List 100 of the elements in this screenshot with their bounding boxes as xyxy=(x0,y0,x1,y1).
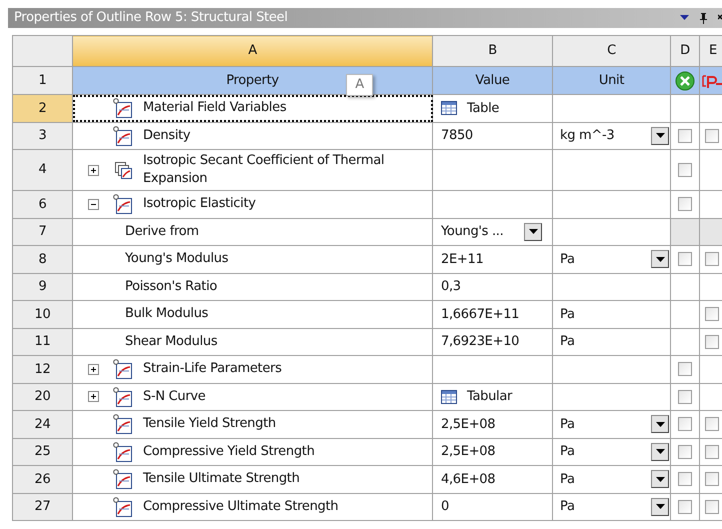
chart-icon xyxy=(113,442,133,462)
property-value: 4,6E+08 xyxy=(441,470,496,488)
unit-value: Pa xyxy=(560,333,576,351)
table-icon xyxy=(441,101,457,116)
caret-icon xyxy=(656,256,664,262)
unit-value: Pa xyxy=(560,443,576,461)
chart-icon xyxy=(113,359,133,380)
property-name: Shear Modulus xyxy=(125,332,218,351)
checkbox[interactable] xyxy=(705,417,719,432)
row-number: 2 xyxy=(12,94,72,122)
property-value: 1,6667E+11 xyxy=(441,306,520,324)
row-number: 1 xyxy=(12,66,72,94)
caret-icon xyxy=(656,422,664,427)
caret-icon xyxy=(528,229,538,234)
property-value: Tabular xyxy=(467,388,514,406)
row-number: 3 xyxy=(12,122,72,150)
chart-icon xyxy=(113,98,133,118)
dropdown-button[interactable] xyxy=(651,126,669,145)
checkbox[interactable] xyxy=(678,472,692,486)
unit-value: Pa xyxy=(560,306,576,324)
row-number: 11 xyxy=(12,328,72,356)
dropdown-button[interactable] xyxy=(651,415,669,434)
checkbox[interactable] xyxy=(678,252,692,266)
property-name: S-N Curve xyxy=(143,388,206,406)
checkbox[interactable] xyxy=(705,444,719,459)
property-name: Strain-Life Parameters xyxy=(143,360,282,378)
checkbox[interactable] xyxy=(705,252,719,266)
dropdown-button[interactable] xyxy=(651,442,669,461)
table-icon xyxy=(441,390,457,404)
row-number: 27 xyxy=(12,493,72,520)
unit-value: Pa xyxy=(560,416,576,434)
dropdown-icon[interactable] xyxy=(680,15,689,21)
suppress-icon xyxy=(675,70,695,90)
property-name: Material Field Variables xyxy=(143,99,286,118)
pin-icon[interactable] xyxy=(699,12,708,24)
row-number: 26 xyxy=(12,466,72,493)
property-name: Density xyxy=(143,126,190,145)
property-name: Tensile Ultimate Strength xyxy=(143,470,300,488)
checkbox[interactable] xyxy=(678,128,692,143)
checkbox[interactable] xyxy=(705,128,719,143)
chart-icon xyxy=(113,126,133,146)
column-header[interactable]: D xyxy=(670,36,700,66)
caret-icon xyxy=(656,476,664,482)
chart-icon xyxy=(113,469,133,490)
row-number: 10 xyxy=(12,300,72,328)
checkbox[interactable] xyxy=(678,390,692,404)
checkbox[interactable] xyxy=(678,500,692,514)
checkbox[interactable] xyxy=(678,362,692,376)
chart-icon xyxy=(113,496,133,517)
property-value: 2E+11 xyxy=(441,250,484,268)
checkbox[interactable] xyxy=(705,334,719,349)
column-header[interactable]: B xyxy=(432,36,552,66)
expand-icon[interactable] xyxy=(88,364,98,375)
row-number: 25 xyxy=(12,438,72,466)
stacked-charts-icon xyxy=(113,160,133,180)
property-name: Derive from xyxy=(125,222,199,241)
dropdown-button[interactable] xyxy=(651,250,669,268)
property-name: Poisson's Ratio xyxy=(125,278,218,296)
property-value: Young's ... xyxy=(441,223,504,241)
dropdown-button[interactable] xyxy=(651,470,669,488)
chart-icon xyxy=(113,386,133,407)
checkbox[interactable] xyxy=(678,444,692,459)
dropdown-button[interactable] xyxy=(651,498,669,516)
row-number: 8 xyxy=(12,246,72,273)
property-value: 0,3 xyxy=(441,278,462,296)
collapse-icon[interactable] xyxy=(88,198,98,210)
unit-value: Pa xyxy=(560,250,576,268)
property-value: 7850 xyxy=(441,127,474,145)
expand-icon[interactable] xyxy=(88,391,98,402)
column-header[interactable]: A xyxy=(72,36,432,66)
unit-value: Pa xyxy=(560,498,576,516)
row-number: 9 xyxy=(12,273,72,300)
property-name: Bulk Modulus xyxy=(125,305,208,324)
unit-value: Pa xyxy=(560,470,576,488)
property-name: Compressive Yield Strength xyxy=(143,442,315,461)
row-number: 4 xyxy=(12,150,72,190)
row-number: 24 xyxy=(12,410,72,438)
checkbox[interactable] xyxy=(705,307,719,322)
column-header[interactable]: C xyxy=(552,36,670,66)
chart-icon xyxy=(113,414,133,434)
checkbox[interactable] xyxy=(678,163,692,177)
checkbox[interactable] xyxy=(678,417,692,432)
chart-icon xyxy=(113,194,133,214)
unit-value: kg m^-3 xyxy=(560,127,616,145)
property-value: 2,5E+08 xyxy=(441,443,496,461)
column-header[interactable]: E xyxy=(700,36,722,66)
expand-icon[interactable] xyxy=(88,164,98,176)
property-name: Tensile Yield Strength xyxy=(143,415,276,434)
checkbox[interactable] xyxy=(678,197,692,212)
caret-icon xyxy=(656,449,664,454)
checkbox[interactable] xyxy=(705,500,719,514)
checkbox[interactable] xyxy=(705,472,719,486)
drag-tooltip: A xyxy=(346,74,373,96)
column-heading: Unit xyxy=(552,66,670,94)
close-icon[interactable] xyxy=(718,14,722,22)
row-number: 6 xyxy=(12,190,72,218)
row-number: 7 xyxy=(12,218,72,246)
caret-icon xyxy=(656,504,664,510)
row-number: 12 xyxy=(12,356,72,383)
panel-title: Properties of Outline Row 5: Structural Steel xyxy=(14,9,288,28)
